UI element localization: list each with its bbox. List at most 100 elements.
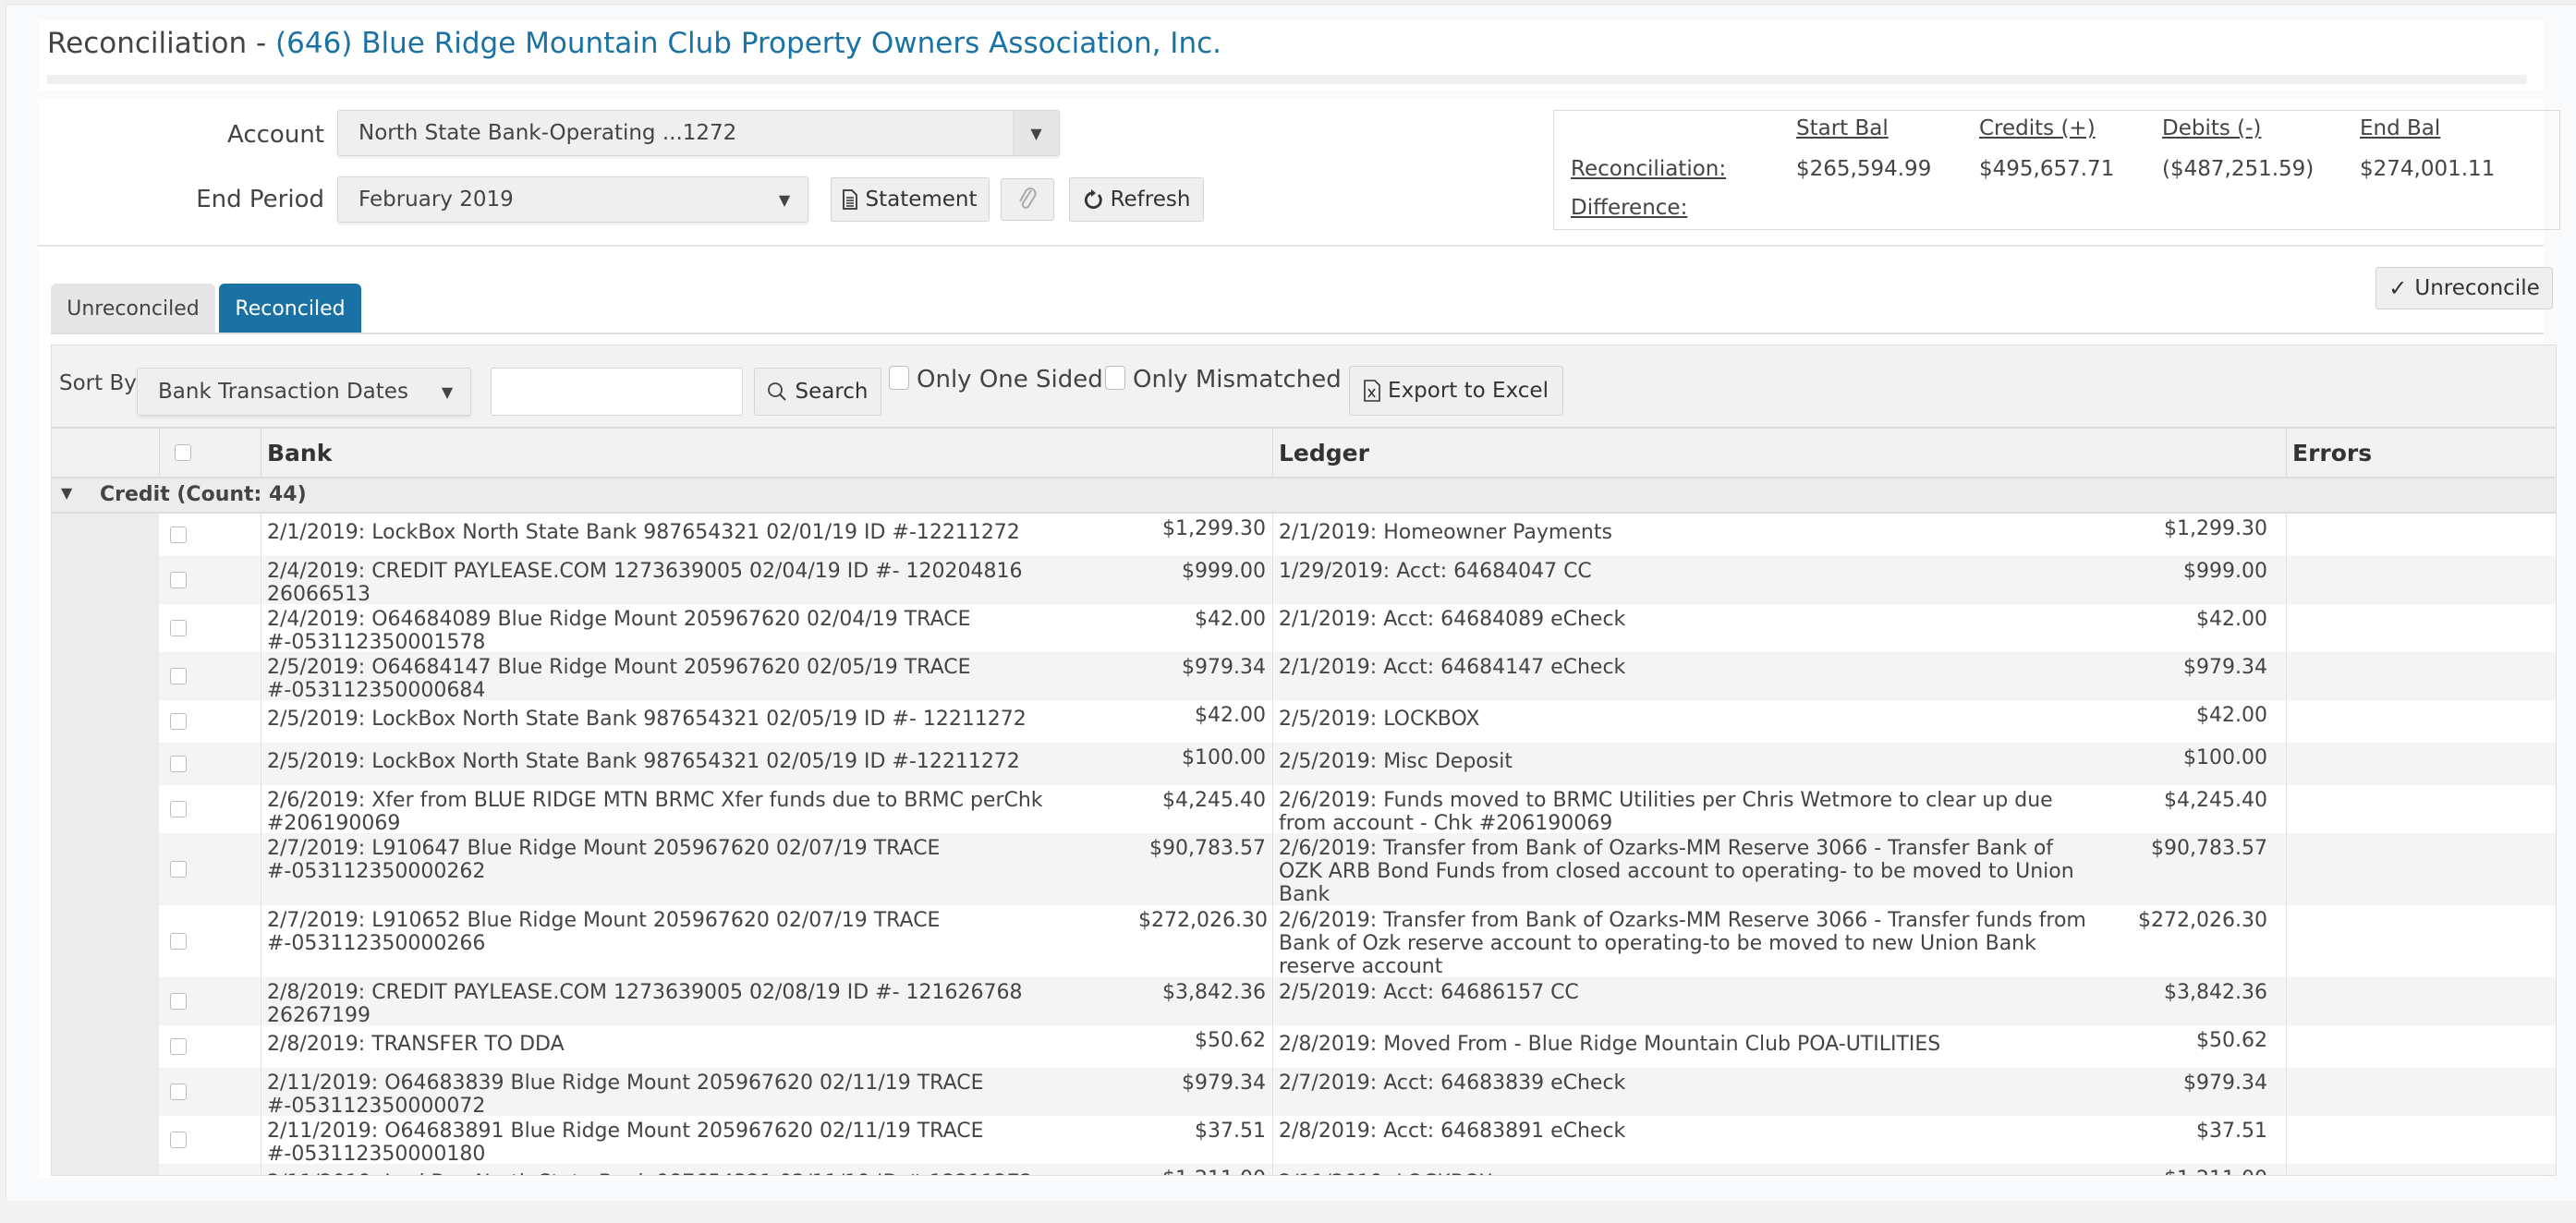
statement-button[interactable]: Statement bbox=[831, 177, 990, 222]
only-mismatched-option[interactable]: Only Mismatched bbox=[1105, 366, 1342, 394]
chevron-down-icon: ▼ bbox=[1013, 111, 1059, 155]
bank-amount: $999.00 bbox=[1182, 560, 1266, 583]
tab-reconciled[interactable]: Reconciled bbox=[219, 284, 361, 333]
reconciliation-label[interactable]: Reconciliation: bbox=[1571, 157, 1726, 181]
select-all-checkbox[interactable] bbox=[175, 444, 191, 461]
table-row[interactable]: 2/7/2019: L910647 Blue Ridge Mount 20596… bbox=[159, 833, 2556, 906]
ledger-cell: 2/8/2019: Moved From - Blue Ridge Mounta… bbox=[1272, 1025, 2286, 1068]
table-row[interactable]: 2/11/2019: O64683839 Blue Ridge Mount 20… bbox=[159, 1068, 2556, 1118]
row-checkbox[interactable] bbox=[170, 620, 187, 636]
bank-cell: 2/11/2019: O64683891 Blue Ridge Mount 20… bbox=[261, 1116, 1272, 1166]
end-period-select[interactable]: February 2019 ▼ bbox=[337, 176, 808, 223]
table-row[interactable]: 2/6/2019: Xfer from BLUE RIDGE MTN BRMC … bbox=[159, 785, 2556, 835]
sort-by-value: Bank Transaction Dates bbox=[158, 380, 408, 404]
summary-header-debits[interactable]: Debits (-) bbox=[2162, 116, 2261, 140]
ledger-amount: $4,245.40 bbox=[2164, 789, 2267, 812]
row-checkbox[interactable] bbox=[170, 668, 187, 684]
export-to-excel-button[interactable]: Export to Excel bbox=[1349, 366, 1563, 416]
errors-cell bbox=[2286, 977, 2556, 1025]
table-row[interactable]: 2/11/2019: O64683891 Blue Ridge Mount 20… bbox=[159, 1116, 2556, 1166]
table-row[interactable]: 2/4/2019: O64684089 Blue Ridge Mount 205… bbox=[159, 604, 2556, 654]
row-checkbox[interactable] bbox=[170, 1038, 187, 1055]
table-row[interactable]: 2/7/2019: L910652 Blue Ridge Mount 20596… bbox=[159, 905, 2556, 978]
sort-by-select[interactable]: Bank Transaction Dates ▼ bbox=[137, 368, 471, 416]
bank-cell: 2/5/2019: O64684147 Blue Ridge Mount 205… bbox=[261, 652, 1272, 702]
excel-file-icon bbox=[1364, 380, 1380, 402]
row-checkbox[interactable] bbox=[170, 572, 187, 588]
ledger-amount: $979.34 bbox=[2183, 656, 2267, 679]
table-row[interactable]: 2/4/2019: CREDIT PAYLEASE.COM 1273639005… bbox=[159, 556, 2556, 606]
account-select[interactable]: North State Bank-Operating ...1272 ▼ bbox=[337, 110, 1060, 156]
page-title-prefix: Reconciliation - bbox=[47, 27, 276, 60]
row-checkbox[interactable] bbox=[170, 801, 187, 817]
summary-header-credits[interactable]: Credits (+) bbox=[1979, 116, 2096, 140]
summary-header-end-bal[interactable]: End Bal bbox=[2360, 116, 2440, 140]
only-one-sided-option[interactable]: Only One Sided bbox=[889, 366, 1103, 394]
table-row[interactable]: 2/8/2019: CREDIT PAYLEASE.COM 1273639005… bbox=[159, 977, 2556, 1027]
select-all-header bbox=[159, 429, 261, 477]
row-checkbox[interactable] bbox=[170, 713, 187, 730]
row-checkbox[interactable] bbox=[170, 933, 187, 950]
search-button[interactable]: Search bbox=[754, 368, 881, 416]
bank-description: 2/11/2019: O64683839 Blue Ridge Mount 20… bbox=[267, 1072, 984, 1118]
row-checkbox[interactable] bbox=[170, 527, 187, 543]
account-select-value: North State Bank-Operating ...1272 bbox=[358, 121, 737, 145]
unreconcile-button[interactable]: ✓ Unreconcile bbox=[2376, 267, 2553, 309]
errors-cell bbox=[2286, 700, 2556, 743]
row-checkbox[interactable] bbox=[170, 756, 187, 772]
row-select-cell bbox=[159, 905, 261, 977]
difference-label[interactable]: Difference: bbox=[1571, 196, 1687, 220]
row-select-cell bbox=[159, 1025, 261, 1068]
bank-description: 2/5/2019: LockBox North State Bank 98765… bbox=[267, 708, 1027, 731]
table-body: 2/1/2019: LockBox North State Bank 98765… bbox=[159, 514, 2556, 1175]
table-row[interactable]: 2/5/2019: LockBox North State Bank 98765… bbox=[159, 743, 2556, 785]
bank-description: 2/5/2019: LockBox North State Bank 98765… bbox=[267, 750, 1020, 773]
table-row[interactable]: 2/5/2019: O64684147 Blue Ridge Mount 205… bbox=[159, 652, 2556, 702]
collapse-triangle-icon[interactable]: ▼ bbox=[61, 484, 72, 502]
ledger-amount: $42.00 bbox=[2196, 704, 2267, 727]
refresh-icon bbox=[1083, 188, 1103, 211]
row-checkbox[interactable] bbox=[170, 1084, 187, 1100]
ledger-description: 2/6/2019: Transfer from Bank of Ozarks-M… bbox=[1279, 909, 2086, 978]
row-checkbox[interactable] bbox=[170, 1132, 187, 1148]
paperclip-icon bbox=[1017, 187, 1038, 212]
ledger-description: 1/29/2019: Acct: 64684047 CC bbox=[1279, 560, 1592, 583]
ledger-cell: 2/5/2019: Acct: 64686157 CC bbox=[1272, 977, 2286, 1025]
ledger-description: 2/5/2019: Acct: 64686157 CC bbox=[1279, 981, 1579, 1004]
bank-description: 2/4/2019: O64684089 Blue Ridge Mount 205… bbox=[267, 608, 971, 654]
row-select-cell bbox=[159, 1116, 261, 1164]
column-header-ledger[interactable]: Ledger bbox=[1272, 429, 2286, 477]
ledger-cell: 2/1/2019: Acct: 64684089 eCheck bbox=[1272, 604, 2286, 652]
summary-header-start-bal[interactable]: Start Bal bbox=[1796, 116, 1889, 140]
tab-unreconciled[interactable]: Unreconciled bbox=[51, 284, 215, 333]
statement-button-label: Statement bbox=[865, 188, 978, 212]
table-row[interactable]: 2/1/2019: LockBox North State Bank 98765… bbox=[159, 514, 2556, 556]
ledger-amount: $90,783.57 bbox=[2151, 837, 2267, 860]
row-checkbox[interactable] bbox=[170, 861, 187, 878]
group-row-credit[interactable]: ▼ Credit (Count: 44) bbox=[52, 478, 2556, 514]
refresh-button[interactable]: Refresh bbox=[1069, 177, 1204, 222]
ledger-amount: $1,299.30 bbox=[2164, 517, 2267, 540]
table-row[interactable]: 2/11/2019: LockBox North State Bank 9876… bbox=[159, 1164, 2556, 1175]
only-one-sided-checkbox[interactable] bbox=[889, 366, 909, 390]
row-checkbox[interactable] bbox=[170, 993, 187, 1010]
group-indent bbox=[52, 514, 159, 1175]
ledger-cell: 2/1/2019: Homeowner Payments bbox=[1272, 514, 2286, 556]
bank-description: 2/8/2019: CREDIT PAYLEASE.COM 1273639005… bbox=[267, 981, 1023, 1027]
refresh-button-label: Refresh bbox=[1110, 188, 1191, 212]
column-header-bank[interactable]: Bank bbox=[261, 429, 1272, 477]
errors-cell bbox=[2286, 514, 2556, 556]
column-header-errors[interactable]: Errors bbox=[2286, 429, 2556, 477]
table-row[interactable]: 2/8/2019: TRANSFER TO DDA $50.62 2/8/2019:… bbox=[159, 1025, 2556, 1068]
bank-amount: $90,783.57 bbox=[1149, 837, 1266, 860]
search-input[interactable] bbox=[491, 368, 743, 416]
errors-cell bbox=[2286, 833, 2556, 905]
ledger-cell: 2/8/2019: Acct: 64683891 eCheck bbox=[1272, 1116, 2286, 1164]
organization-link[interactable]: (646) Blue Ridge Mountain Club Property … bbox=[275, 27, 1221, 60]
ledger-amount: $37.51 bbox=[2196, 1120, 2267, 1143]
bank-cell: 2/7/2019: L910647 Blue Ridge Mount 20596… bbox=[261, 833, 1272, 905]
ledger-amount: $42.00 bbox=[2196, 608, 2267, 631]
table-row[interactable]: 2/5/2019: LockBox North State Bank 98765… bbox=[159, 700, 2556, 743]
attach-button[interactable] bbox=[1001, 178, 1054, 221]
only-mismatched-checkbox[interactable] bbox=[1105, 366, 1125, 390]
